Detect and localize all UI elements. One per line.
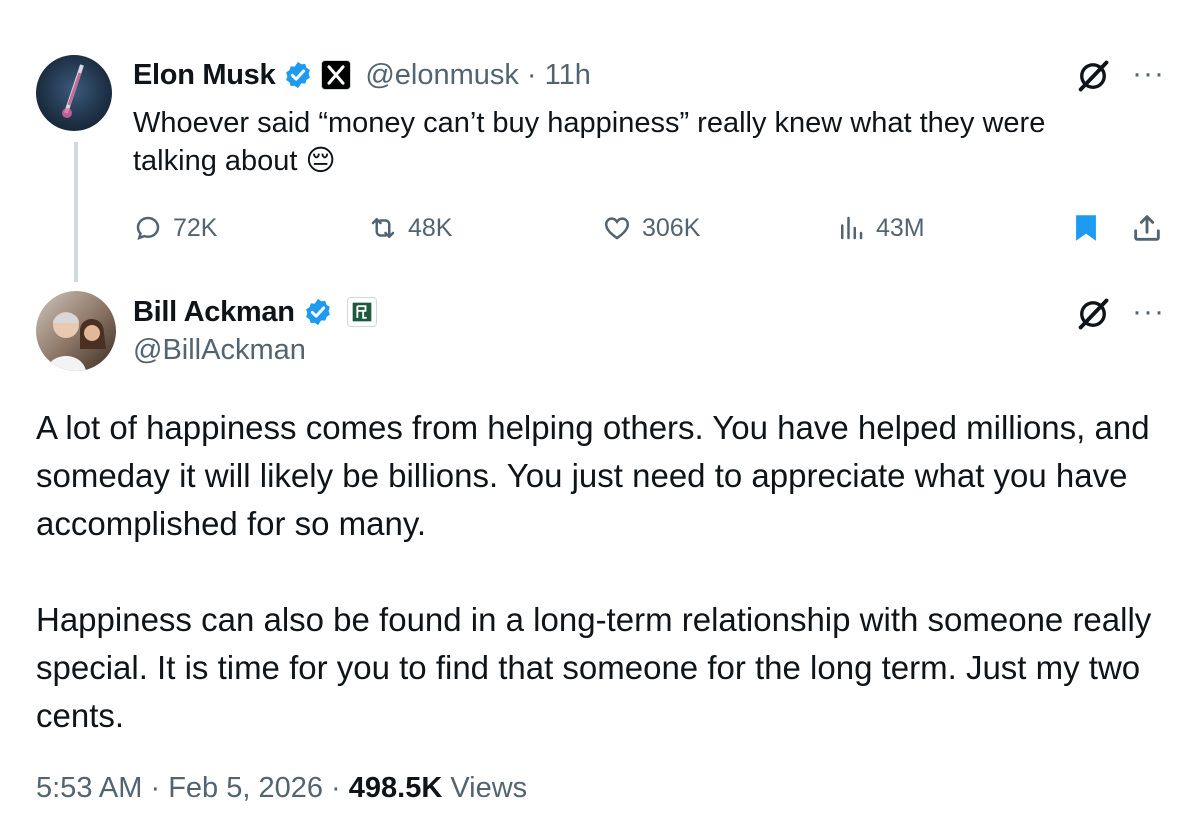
post-time[interactable]: · 11h [527, 59, 591, 92]
like-count: 306K [642, 213, 701, 242]
views-label: Views [450, 772, 528, 804]
verified-badge-icon [286, 61, 311, 89]
more-icon[interactable]: ··· [1132, 59, 1165, 89]
separator: · [331, 772, 349, 804]
thread-line [74, 142, 78, 282]
post-date[interactable]: Feb 5, 2026 [168, 772, 323, 804]
repost-icon [371, 218, 395, 238]
post-time[interactable]: 5:53 AM [36, 772, 142, 804]
views-count: 43M [876, 213, 925, 242]
reply-icon [136, 216, 160, 241]
reply-count: 72K [173, 213, 218, 242]
like-icon [604, 217, 630, 240]
grok-icon[interactable] [1075, 296, 1111, 332]
verified-badge-icon [305, 298, 330, 326]
author-handle[interactable]: @elonmusk [365, 59, 519, 92]
ackman-avatar[interactable] [36, 291, 116, 371]
more-icon[interactable]: ··· [1132, 297, 1165, 327]
like-button[interactable]: 306K [602, 208, 700, 248]
tweet-footer: 5:53 AM · Feb 5, 2026 · 498.5K Views [36, 772, 527, 805]
author-handle[interactable]: @BillAckman [133, 334, 306, 367]
separator: · [150, 772, 169, 804]
views-count: 498.5K [348, 772, 443, 804]
reply-button[interactable]: 72K [133, 208, 217, 248]
author-name[interactable]: Bill Ackman [133, 296, 295, 329]
views-icon [841, 216, 863, 240]
grok-icon[interactable] [1075, 58, 1111, 94]
share-icon[interactable] [1130, 211, 1164, 245]
bookmark-icon[interactable] [1069, 211, 1103, 245]
x-affiliate-icon[interactable] [321, 60, 352, 90]
elon-avatar[interactable] [36, 55, 112, 131]
pershing-affiliate-icon[interactable] [346, 297, 377, 327]
views-button[interactable]: 43M [836, 208, 925, 248]
repost-count: 48K [408, 213, 453, 242]
tweet-paragraph: Happiness can also be found in a long-te… [36, 601, 1152, 734]
repost-button[interactable]: 48K [368, 208, 452, 248]
tweet-paragraph: A lot of happiness comes from helping ot… [36, 409, 1150, 542]
tweet-text: Whoever said “money can’t buy happiness”… [133, 107, 1046, 177]
author-name[interactable]: Elon Musk [133, 59, 276, 92]
